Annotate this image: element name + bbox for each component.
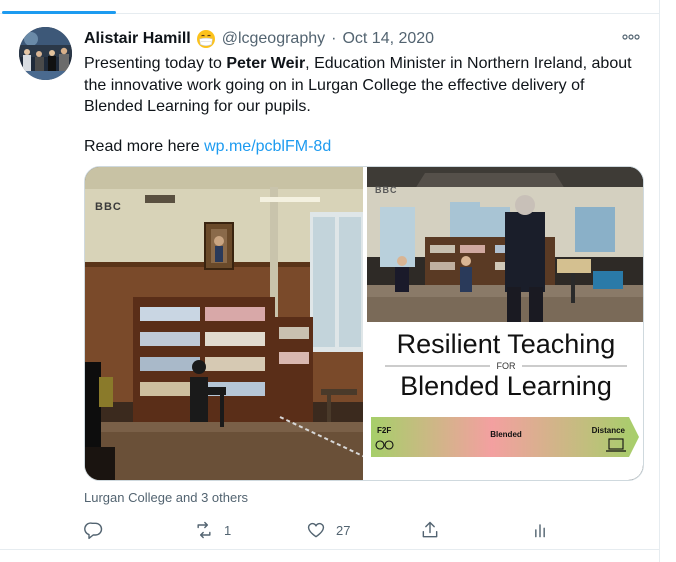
- author-handle[interactable]: @lcgeography: [222, 30, 325, 48]
- tab-indicator: [2, 11, 116, 14]
- like-button[interactable]: 27: [306, 516, 350, 544]
- tweet-link[interactable]: wp.me/pcblFM-8d: [204, 138, 331, 155]
- reply-button[interactable]: [84, 516, 114, 544]
- mention-peter-weir[interactable]: Peter Weir: [226, 55, 305, 72]
- tweet-text: Presenting today to Peter Weir, Educatio…: [84, 53, 644, 118]
- bbc-watermark-left: BBC: [95, 201, 122, 213]
- media-collage: BBC BBC Resilient Teaching FOR Blended L…: [85, 167, 643, 480]
- bottom-divider: [0, 549, 659, 550]
- reply-icon: [84, 522, 103, 540]
- right-gutter: [660, 0, 676, 562]
- share-button[interactable]: [420, 516, 450, 544]
- tagged-users[interactable]: Lurgan College and 3 others: [84, 490, 248, 505]
- more-options-button[interactable]: [620, 30, 642, 44]
- retweet-button[interactable]: 1: [194, 516, 231, 544]
- retweet-count: 1: [224, 522, 232, 538]
- bbc-watermark-right: BBC: [375, 185, 398, 195]
- mask-face-emoji-icon: [196, 30, 215, 48]
- bar-label-blended: Blended: [490, 430, 522, 439]
- read-more-line: Read more here wp.me/pcblFM-8d: [84, 136, 331, 157]
- read-more-label: Read more here: [84, 138, 205, 155]
- graphic-for: FOR: [497, 361, 516, 371]
- presentation-photo: BBC Resilient Teaching FOR Blended Learn…: [367, 167, 643, 480]
- like-count: 27: [336, 522, 351, 538]
- tweet-text-part1: Presenting today to: [84, 55, 227, 72]
- library-photo: BBC: [85, 167, 366, 480]
- tweet-header: Alistair Hamill @lcgeography · Oct 14, 2…: [84, 28, 434, 50]
- more-dots-icon: [622, 34, 640, 40]
- avatar[interactable]: [19, 27, 72, 80]
- author-name[interactable]: Alistair Hamill: [84, 30, 191, 48]
- graphic-title-line2: Blended Learning: [400, 371, 612, 401]
- analytics-icon: [535, 524, 545, 538]
- bar-label-f2f: F2F: [377, 426, 391, 435]
- graphic-title-line1: Resilient Teaching: [397, 329, 616, 359]
- tweet-date[interactable]: Oct 14, 2020: [342, 30, 434, 48]
- retweet-icon: [197, 521, 211, 539]
- header-separator: ·: [331, 30, 337, 47]
- analytics-button[interactable]: [530, 516, 560, 544]
- image-divider: [363, 167, 367, 480]
- tweet-actions: 1 27: [84, 516, 564, 544]
- share-icon: [422, 521, 438, 538]
- tweet-media[interactable]: BBC BBC Resilient Teaching FOR Blended L…: [84, 166, 644, 481]
- heart-icon: [307, 522, 325, 538]
- avatar-image: [19, 27, 72, 80]
- bar-label-distance: Distance: [592, 426, 626, 435]
